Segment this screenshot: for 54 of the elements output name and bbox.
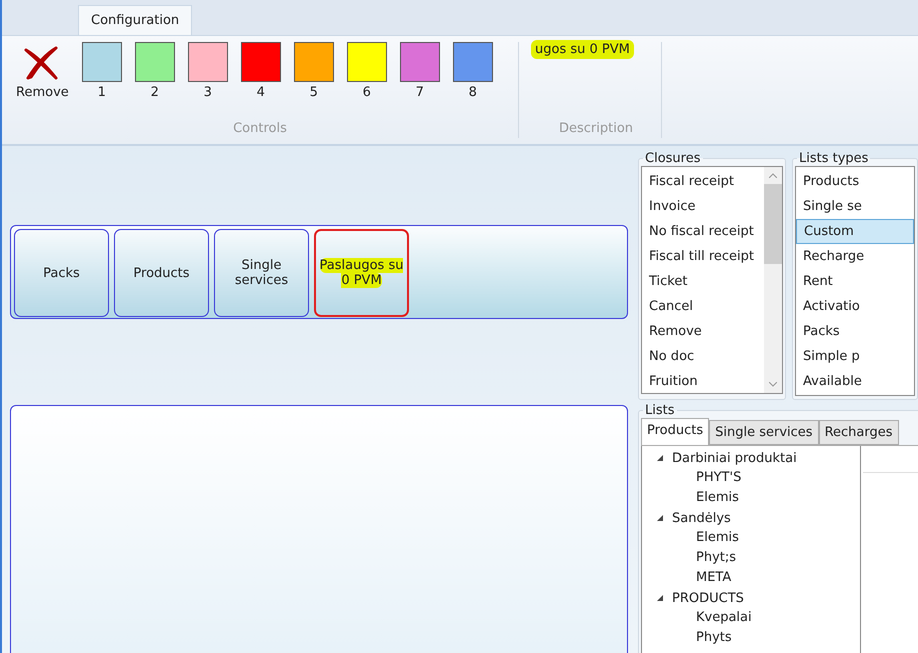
list-item[interactable]: Custom	[796, 219, 914, 244]
list-item[interactable]: Products	[796, 169, 914, 194]
list-item[interactable]: Remove	[642, 319, 764, 344]
group-caption: Description	[558, 121, 634, 138]
tree-item[interactable]: Elemis	[642, 488, 860, 508]
tree-item[interactable]: Darbiniai produktai	[672, 450, 797, 466]
list-item[interactable]: Ticket	[642, 269, 764, 294]
list-item[interactable]: No fiscal receipt	[642, 219, 764, 244]
list-item[interactable]: No doc	[642, 344, 764, 369]
list-item[interactable]: Recharge	[796, 244, 914, 269]
tree-item[interactable]: Kvepalai	[642, 608, 860, 628]
list-tab[interactable]: Recharges	[818, 420, 899, 445]
expand-icon[interactable]	[656, 594, 664, 602]
color-swatch-button[interactable]: 2	[134, 42, 175, 121]
description-field[interactable]: ugos su 0 PVM	[531, 40, 634, 59]
list-button[interactable]: Paslaugos su 0 PVM	[314, 229, 409, 317]
tree-item[interactable]: Elemis	[642, 528, 860, 548]
list-item[interactable]: Cancel	[642, 294, 764, 319]
list-item[interactable]: Fiscal receipt	[642, 169, 764, 194]
group-title: Lists	[644, 403, 676, 418]
color-swatch-button[interactable]: 3	[188, 42, 228, 121]
tree-item[interactable]: Phyt;s	[642, 548, 860, 568]
color-swatch-button[interactable]: 1	[82, 42, 122, 121]
list-item[interactable]: Activatio	[796, 294, 914, 319]
list-item[interactable]: Packs	[796, 319, 914, 344]
list-tab[interactable]: Products	[641, 418, 710, 445]
list-item[interactable]: Fiscal till receipt	[642, 244, 764, 269]
tree-item[interactable]: PHYT'S	[642, 468, 860, 488]
list-item[interactable]: Fruition	[642, 369, 764, 394]
color-swatch-button[interactable]: 8	[452, 42, 493, 121]
tree-item[interactable]: Phyts	[642, 628, 860, 648]
color-swatch-button[interactable]: 4	[240, 42, 281, 121]
group-title: Closures	[644, 151, 702, 166]
tree-item[interactable]: META	[642, 568, 860, 588]
expand-icon[interactable]	[656, 514, 664, 522]
list-item[interactable]: Invoice	[642, 194, 764, 219]
color-swatch-button[interactable]: 7	[400, 42, 440, 121]
group-title: Lists types	[798, 151, 870, 166]
group-caption: Controls	[232, 121, 288, 138]
color-swatch-button[interactable]: 6	[346, 42, 387, 121]
list-button[interactable]: Packs	[14, 229, 109, 317]
list-item[interactable]: Available	[796, 369, 914, 394]
tree-item[interactable]: PRODUCTS	[672, 590, 744, 606]
ribbon-tab[interactable]: Configuration	[78, 5, 192, 35]
remove-button[interactable]: Remove	[16, 42, 69, 121]
tree-item[interactable]: Sandėlys	[672, 510, 731, 526]
expand-icon[interactable]	[656, 454, 664, 462]
color-swatch-button[interactable]: 5	[294, 42, 334, 121]
list-button[interactable]: Products	[114, 229, 209, 317]
list-item[interactable]: Rent	[796, 269, 914, 294]
list-item[interactable]: Simple p	[796, 344, 914, 369]
list-item[interactable]: Single se	[796, 194, 914, 219]
list-button[interactable]: Single services	[214, 229, 309, 317]
list-tab[interactable]: Single services	[709, 420, 819, 445]
